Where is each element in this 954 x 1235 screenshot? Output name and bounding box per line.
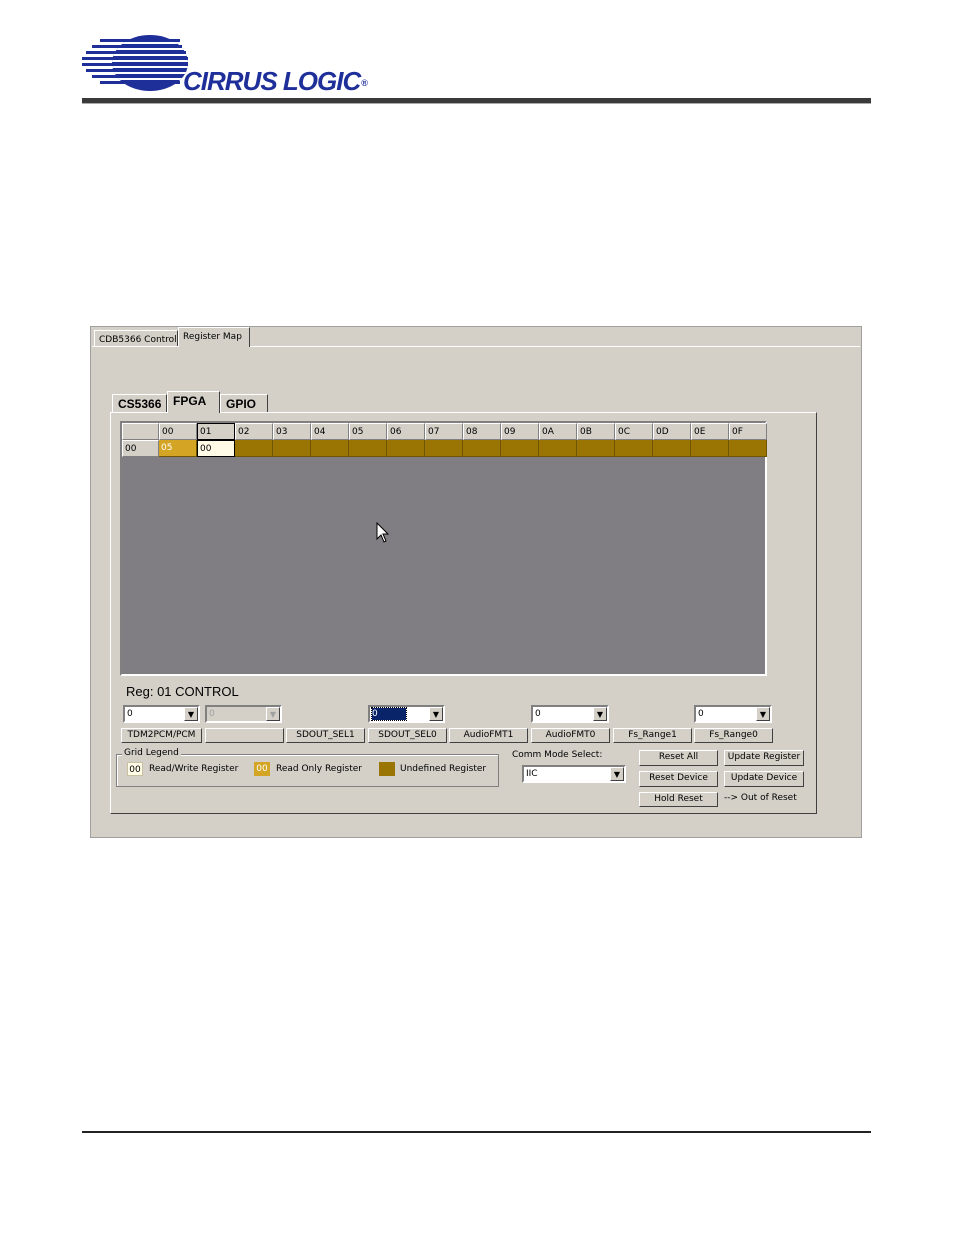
bit-button-fs-range0[interactable]: Fs_Range0 (694, 728, 773, 743)
grid-cell[interactable] (349, 440, 387, 457)
register-grid[interactable]: 00 01 02 03 04 05 06 07 08 09 0A 0B 0C 0D 0E 0F 00 05 00 (120, 421, 767, 676)
grid-column-header[interactable]: 01 (197, 423, 235, 440)
reset-all-button[interactable]: Reset All (639, 750, 718, 766)
register-map-panel: CS5366 FPGA GPIO 00 01 02 03 04 05 06 07 08 09 0A 0… (92, 346, 860, 836)
hold-reset-button[interactable]: Hold Reset (639, 792, 718, 807)
grid-column-header[interactable]: 0E (691, 423, 729, 440)
bit-button-tdm2pcm[interactable]: TDM2PCM/PCM (121, 728, 202, 743)
footer-divider (82, 1131, 871, 1133)
reset-device-button[interactable]: Reset Device (639, 771, 718, 787)
tab-cdb5366-control[interactable]: CDB5366 Control (94, 330, 178, 347)
bit6-select: 0 ▼ (205, 705, 282, 723)
grid-cell[interactable] (501, 440, 539, 457)
bit7-select[interactable]: 0 ▼ (123, 705, 200, 723)
grid-column-header[interactable]: 06 (387, 423, 425, 440)
cirrus-logic-logo-icon (82, 35, 188, 91)
grid-column-header[interactable]: 03 (273, 423, 311, 440)
comm-mode-label: Comm Mode Select: (512, 750, 603, 760)
grid-column-header[interactable]: 04 (311, 423, 349, 440)
comm-mode-select[interactable]: IIC ▼ (522, 765, 626, 783)
bit-button-audiofmt0[interactable]: AudioFMT0 (531, 728, 610, 743)
chevron-down-icon: ▼ (266, 707, 280, 721)
undefined-swatch (379, 762, 395, 776)
update-device-button[interactable]: Update Device (724, 771, 804, 787)
bit-button-blank[interactable] (205, 728, 284, 743)
grid-cell[interactable] (273, 440, 311, 457)
tab-register-map[interactable]: Register Map (178, 327, 250, 347)
register-title: Reg: 01 CONTROL (126, 684, 239, 699)
audiofmt-select[interactable]: 0 ▼ (531, 705, 609, 723)
grid-column-header[interactable]: 00 (159, 423, 197, 440)
grid-cell[interactable] (653, 440, 691, 457)
mouse-cursor-icon (376, 522, 390, 543)
grid-cell[interactable]: 05 (159, 440, 197, 457)
fs-range-select[interactable]: 0 ▼ (694, 705, 772, 723)
grid-column-header[interactable]: 0C (615, 423, 653, 440)
tab-cs5366[interactable]: CS5366 (112, 394, 167, 412)
bit-button-sdout-sel0[interactable]: SDOUT_SEL0 (368, 728, 447, 743)
grid-cell[interactable] (729, 440, 767, 457)
grid-legend-title: Grid Legend (122, 748, 181, 758)
bit-button-audiofmt1[interactable]: AudioFMT1 (449, 728, 528, 743)
grid-cell[interactable]: 00 (197, 440, 235, 457)
grid-column-header[interactable]: 0B (577, 423, 615, 440)
undefined-label: Undefined Register (400, 764, 487, 774)
chevron-down-icon[interactable]: ▼ (593, 707, 607, 721)
bit-button-fs-range1[interactable]: Fs_Range1 (613, 728, 692, 743)
grid-cell[interactable] (691, 440, 729, 457)
read-write-swatch: 00 (127, 762, 143, 776)
grid-column-header[interactable]: 05 (349, 423, 387, 440)
grid-cell[interactable] (615, 440, 653, 457)
read-write-label: Read/Write Register (149, 764, 239, 774)
grid-column-header[interactable]: 07 (425, 423, 463, 440)
company-name: CIRRUS LOGIC® (183, 66, 368, 96)
grid-column-header[interactable]: 0F (729, 423, 767, 440)
grid-corner-header (122, 423, 159, 440)
grid-column-header[interactable]: 0D (653, 423, 691, 440)
update-register-button[interactable]: Update Register (724, 750, 804, 766)
grid-cell[interactable] (425, 440, 463, 457)
header-divider (82, 98, 871, 104)
sdout-sel-select[interactable]: 0 ▼ (368, 705, 445, 723)
grid-cell[interactable] (235, 440, 273, 457)
grid-cell[interactable] (311, 440, 349, 457)
register-map-window: CDB5366 Control Register Map CS5366 FPGA… (90, 326, 862, 838)
grid-column-header[interactable]: 02 (235, 423, 273, 440)
chevron-down-icon[interactable]: ▼ (184, 707, 198, 721)
chevron-down-icon[interactable]: ▼ (756, 707, 770, 721)
read-only-swatch: 00 (254, 762, 270, 776)
chevron-down-icon[interactable]: ▼ (610, 767, 624, 781)
grid-column-header[interactable]: 08 (463, 423, 501, 440)
grid-cell[interactable] (539, 440, 577, 457)
grid-cell[interactable] (463, 440, 501, 457)
grid-cell[interactable] (387, 440, 425, 457)
reset-status-text: --> Out of Reset (724, 793, 797, 803)
grid-cell[interactable] (577, 440, 615, 457)
bit-button-sdout-sel1[interactable]: SDOUT_SEL1 (286, 728, 365, 743)
grid-column-header[interactable]: 0A (539, 423, 577, 440)
tab-fpga[interactable]: FPGA (167, 391, 220, 413)
tab-gpio[interactable]: GPIO (220, 394, 268, 412)
grid-column-header[interactable]: 09 (501, 423, 539, 440)
chevron-down-icon[interactable]: ▼ (429, 707, 443, 721)
read-only-label: Read Only Register (276, 764, 363, 774)
grid-row-header[interactable]: 00 (122, 440, 159, 457)
